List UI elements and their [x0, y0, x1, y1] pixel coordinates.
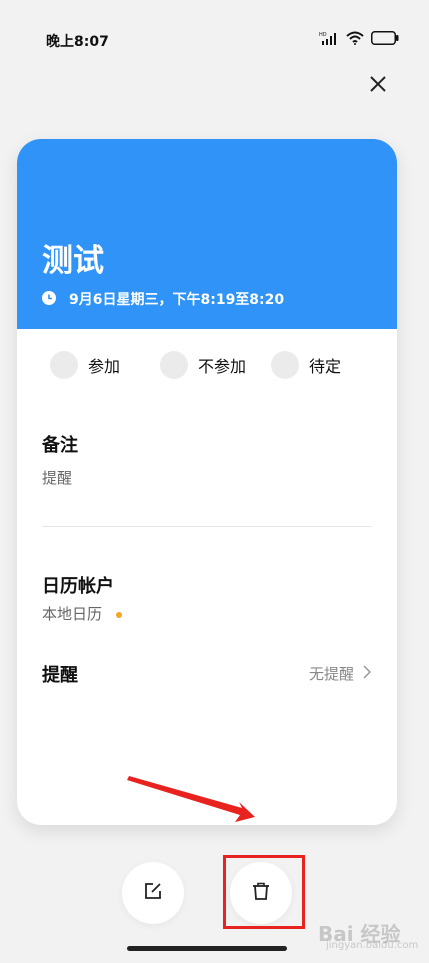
- annotation-arrow: [127, 776, 255, 822]
- edit-button[interactable]: [122, 862, 184, 924]
- highlight-box: [223, 855, 305, 929]
- home-indicator[interactable]: [127, 946, 287, 951]
- watermark-sub: jingyan.baidu.com: [326, 940, 419, 951]
- edit-icon: [144, 882, 162, 904]
